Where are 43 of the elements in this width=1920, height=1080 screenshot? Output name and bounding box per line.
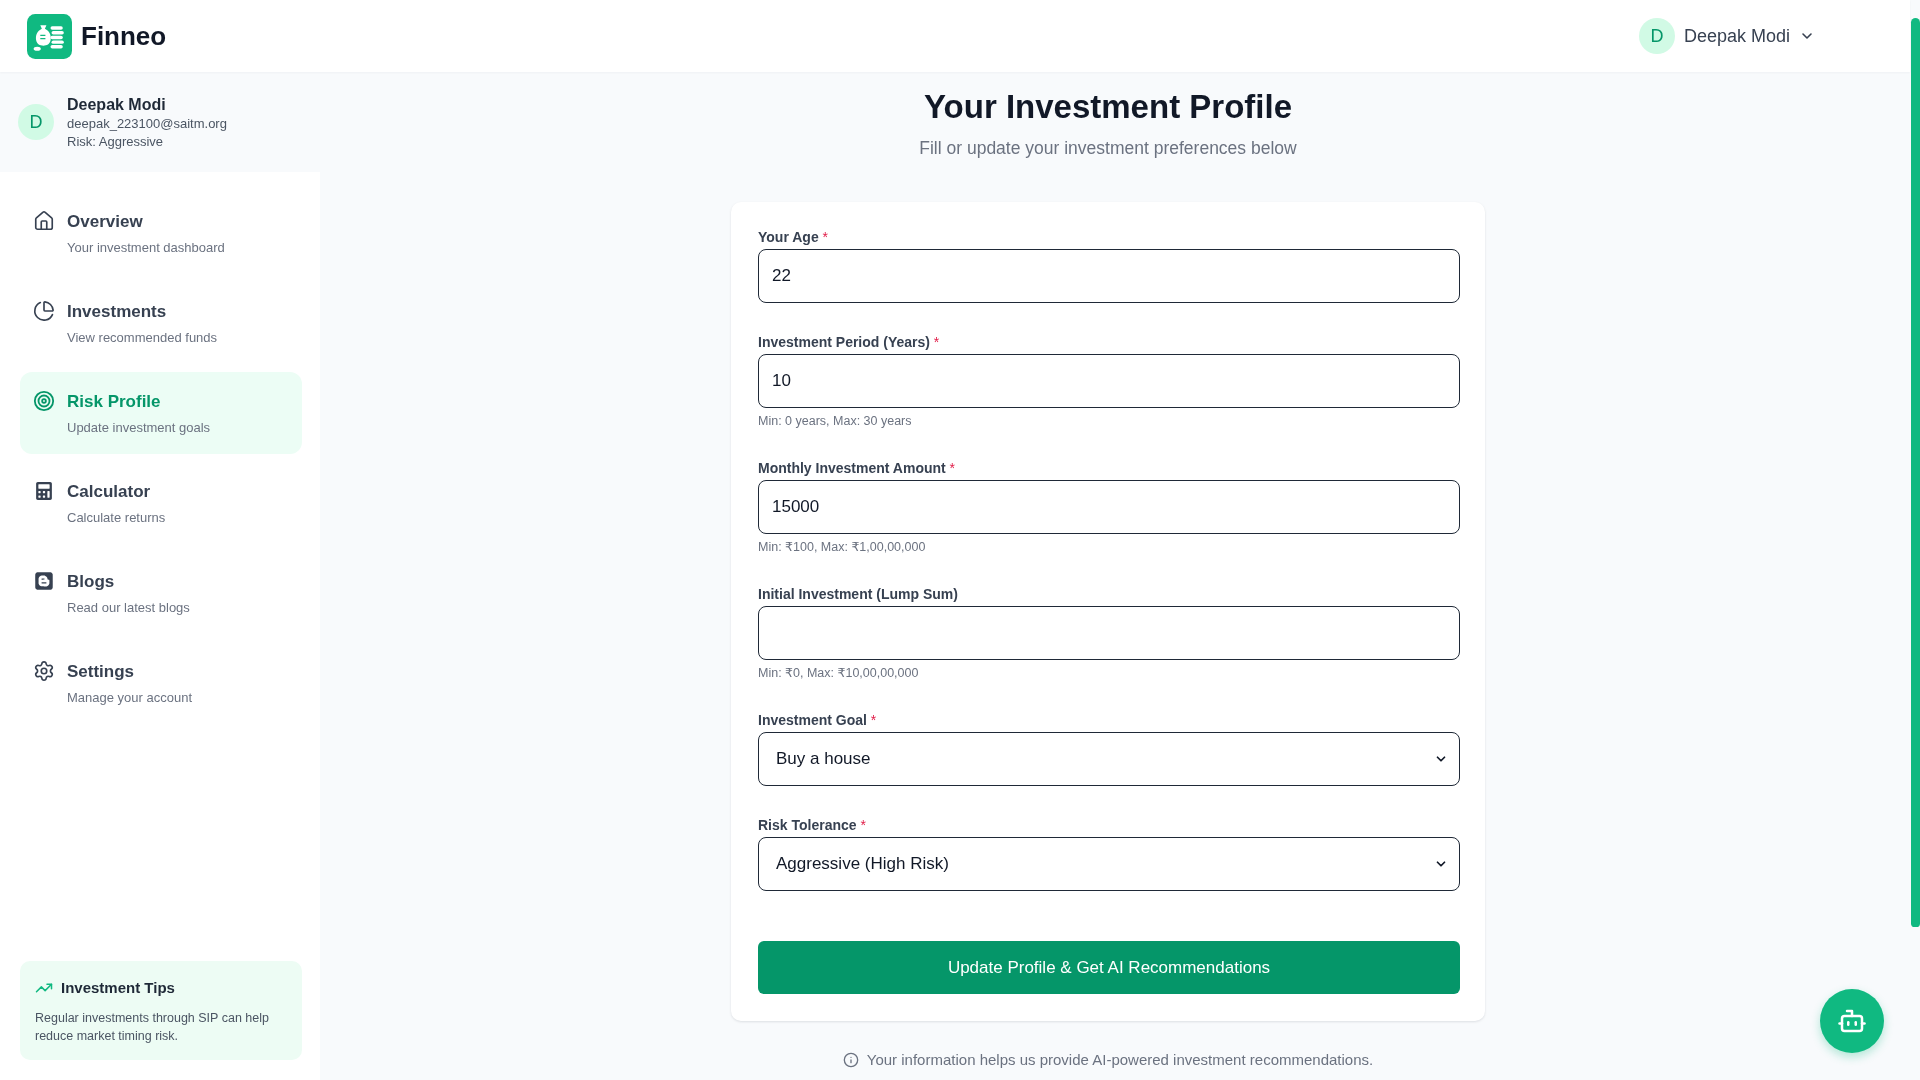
home-icon (33, 210, 55, 232)
nav-item[interactable]: Risk Profile Update investment goals (20, 372, 302, 454)
user-email: deepak_223100@saitm.org (67, 114, 227, 133)
brand-name: Finneo (81, 20, 167, 52)
field-label: Investment Period (Years) * (758, 333, 941, 352)
user-menu-button[interactable]: Deepak Modi (1683, 25, 1815, 47)
page-subtitle: Fill or update your investment preferences below (919, 137, 1297, 160)
settings-icon (33, 660, 55, 682)
info-note: Your information helps us provide AI-powered investment recommendations. (866, 1050, 1374, 1070)
submit-button[interactable]: Update Profile & Get AI Recommendations (758, 941, 1460, 994)
nav-item[interactable]: Calculator Calculate returns (20, 462, 302, 544)
info-icon (842, 1052, 859, 1068)
nav-item[interactable]: Settings Manage your account (20, 642, 302, 724)
field-label: Risk Tolerance * (758, 816, 867, 835)
input-field[interactable]: 10 (758, 354, 1460, 408)
field-hint: Min: ₹0, Max: ₹10,00,00,000 (758, 666, 920, 681)
letter-b-icon (34, 571, 54, 591)
field-label: Investment Goal * (758, 711, 878, 730)
field-label: Your Age * (758, 228, 829, 247)
select-field[interactable]: Buy a house (758, 732, 1460, 786)
user-avatar: D (1638, 18, 1675, 54)
logo-icon (27, 13, 72, 59)
target-icon (33, 390, 55, 412)
input-field[interactable]: 15000 (758, 480, 1460, 534)
tips-text: Regular investments through SIP can help reduce market timing risk. (35, 1010, 270, 1045)
field-label: Initial Investment (Lump Sum) (758, 585, 959, 604)
scrollbar-thumb[interactable] (1911, 18, 1920, 927)
user-risk: Risk: Aggressive (67, 132, 165, 151)
nav-item[interactable]: Investments View recommended funds (20, 282, 302, 364)
select-field[interactable]: Aggressive (High Risk) (758, 837, 1460, 891)
page-title: Your Investment Profile (924, 87, 1292, 127)
calculator-icon (35, 482, 53, 500)
input-field[interactable] (758, 606, 1460, 660)
field-hint: Min: ₹100, Max: ₹1,00,00,000 (758, 540, 927, 555)
user-avatar: D (18, 104, 54, 140)
user-name: Deepak Modi (67, 94, 167, 115)
nav-item[interactable]: Blogs Read our latest blogs (20, 552, 302, 634)
tips-title: Investment Tips (61, 978, 175, 998)
field-label: Monthly Investment Amount * (758, 459, 957, 478)
pie-chart-icon (33, 300, 55, 322)
input-field[interactable]: 22 (758, 249, 1460, 303)
nav-item[interactable]: Overview Your investment dashboard (20, 192, 302, 274)
field-hint: Min: 0 years, Max: 30 years (758, 414, 913, 429)
